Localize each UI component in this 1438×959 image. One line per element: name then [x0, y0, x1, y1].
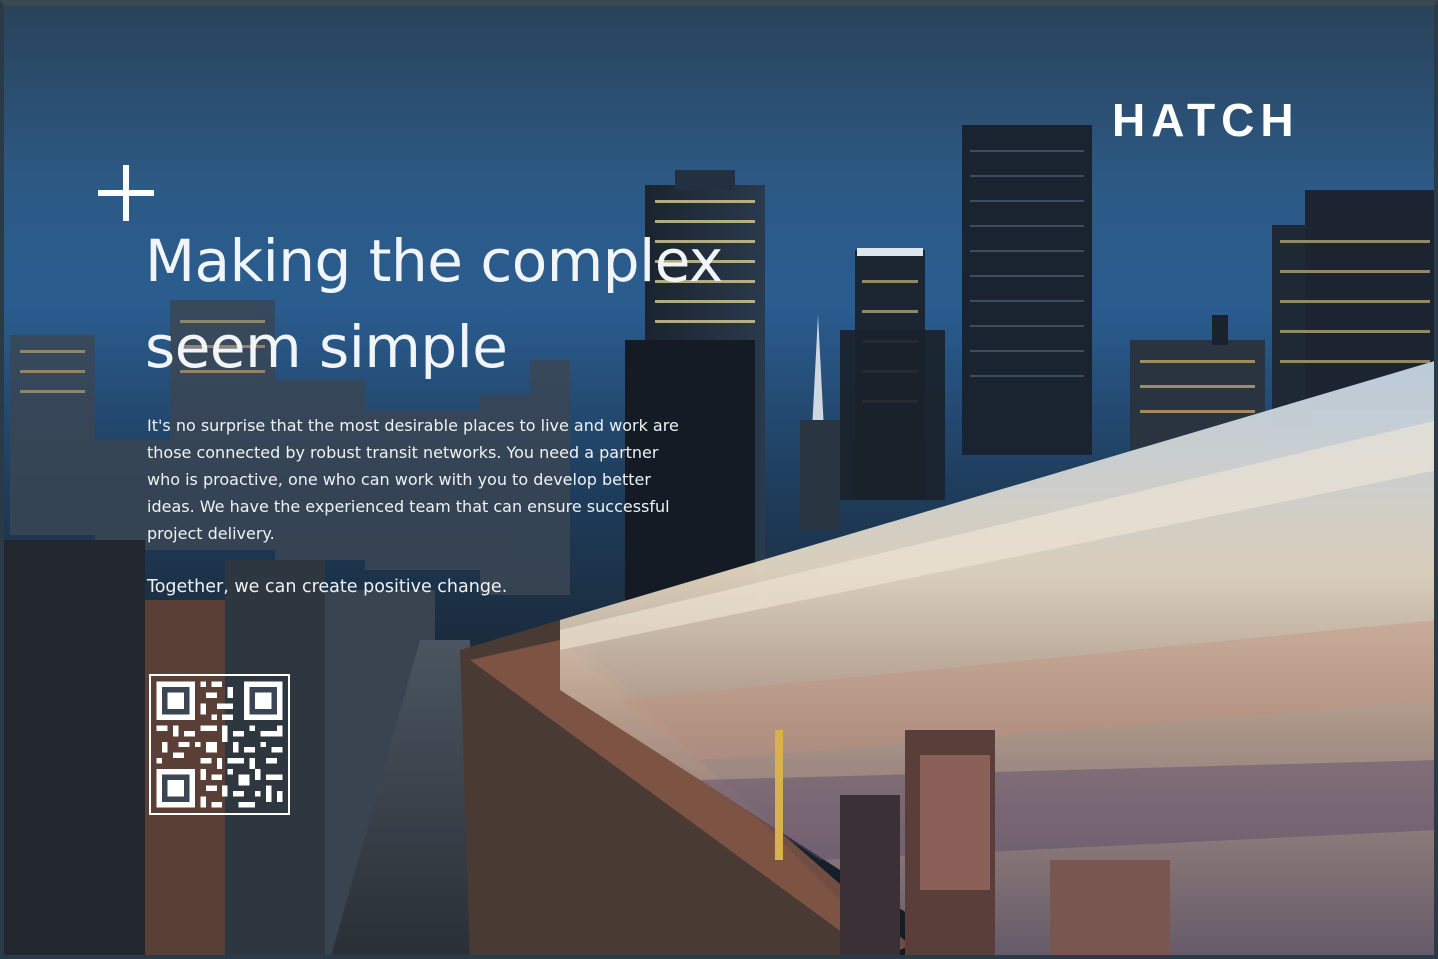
qr-code-icon[interactable]: [149, 674, 290, 815]
middle-tower: [840, 248, 945, 500]
body-line: It's no surprise that the most desirable…: [147, 416, 679, 435]
body-line: ideas. We have the experienced team that…: [147, 497, 670, 516]
body-copy: It's no surprise that the most desirable…: [147, 412, 727, 547]
body-line: project delivery.: [147, 524, 275, 543]
hatch-logo: HATCH: [1112, 94, 1300, 146]
body-line: who is proactive, one who can work with …: [147, 470, 651, 489]
qr-code-pattern: [156, 681, 283, 808]
hatch-advertisement: HATCH Making the complex seem simple It'…: [0, 0, 1438, 959]
body-line: those connected by robust transit networ…: [147, 443, 659, 462]
closing-line: Together, we can create positive change.: [147, 577, 508, 597]
tall-tower: [962, 125, 1092, 455]
headline-line: Making the complex: [145, 227, 723, 295]
headline-line: seem simple: [145, 313, 508, 381]
plus-icon: [98, 165, 154, 221]
spire-tower: [812, 315, 824, 430]
headline: Making the complex seem simple: [145, 218, 765, 390]
